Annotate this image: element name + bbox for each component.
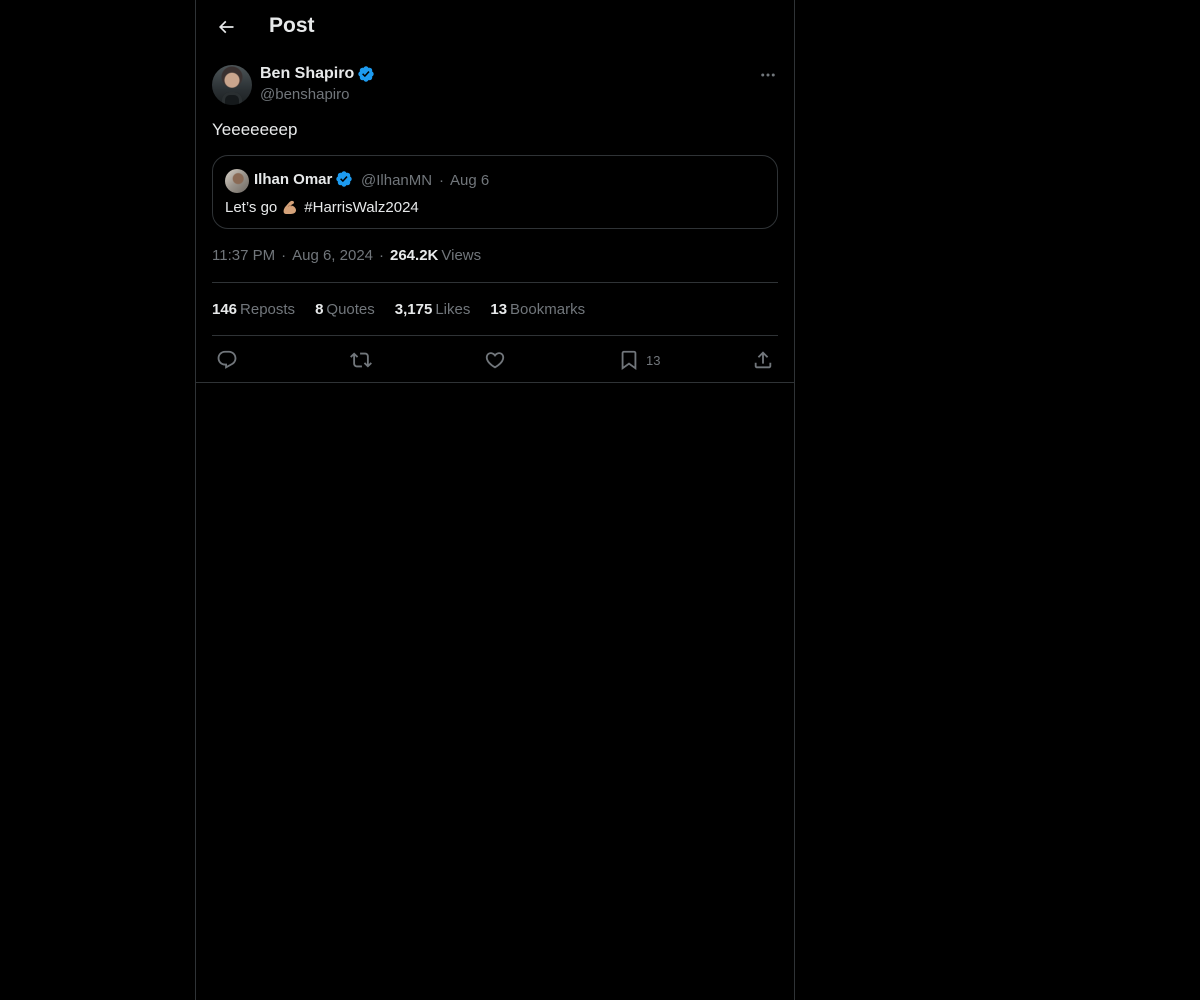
reposts-count: 146 — [212, 301, 238, 318]
quotes-stat[interactable]: 8 Quotes — [315, 301, 375, 318]
post-meta: 11:37 PM · Aug 6, 2024 · 264.2K Views — [212, 247, 481, 264]
share-icon — [754, 351, 772, 369]
post-bottom-border — [196, 382, 794, 383]
heart-icon — [485, 352, 505, 369]
bookmark-action-count: 13 — [646, 352, 661, 368]
likes-stat[interactable]: 3,175 Likes — [395, 301, 471, 318]
bookmarks-count: 13 — [490, 301, 508, 318]
quoted-separator: · — [439, 172, 444, 189]
page-title: Post — [269, 14, 315, 37]
post-action-bar: 13 — [212, 346, 778, 374]
reply-icon — [217, 350, 237, 369]
divider — [212, 335, 778, 336]
post-time[interactable]: 11:37 PM — [212, 247, 275, 264]
meta-separator: · — [379, 247, 384, 264]
bookmarks-stat[interactable]: 13 Bookmarks — [490, 301, 585, 318]
quoted-author-avatar[interactable] — [225, 169, 249, 193]
meta-separator: · — [281, 247, 287, 264]
post-detail: Ben Shapiro @benshapiro Yeeeeeeep Ilhan … — [212, 64, 778, 371]
quoted-author-name-link[interactable]: Ilhan Omar — [254, 170, 353, 188]
back-button[interactable] — [208, 9, 244, 45]
hashtag-link[interactable]: #HarrisWalz2024 — [304, 199, 419, 216]
bookmarks-label: Bookmarks — [510, 301, 586, 318]
more-horizontal-icon — [761, 73, 775, 77]
more-options-button[interactable] — [758, 64, 778, 86]
quoted-author-name: Ilhan Omar — [254, 170, 333, 188]
quoted-post-text: Let’s go #HarrisWalz2024 — [225, 198, 419, 216]
views-count: 264.2K — [390, 247, 439, 264]
author-name: Ben Shapiro — [260, 65, 355, 82]
page-header: Post — [196, 0, 794, 54]
quoted-post-date: Aug 6 — [450, 172, 490, 189]
flexed-biceps-icon — [283, 200, 297, 214]
reply-button[interactable] — [216, 346, 238, 374]
post-stats: 146 Reposts 8 Quotes 3,175 Likes 13 Bookmark… — [212, 301, 605, 318]
author-avatar[interactable] — [212, 65, 252, 105]
likes-count: 3,175 — [394, 301, 433, 318]
verified-badge-icon — [336, 171, 353, 187]
author-name-link[interactable]: Ben Shapiro — [260, 65, 375, 83]
arrow-left-icon — [218, 20, 234, 34]
share-button[interactable] — [752, 346, 774, 374]
primary-column: Post Ben Shapiro @benshapiro Yeeeeeeep I… — [195, 0, 795, 1000]
like-button[interactable] — [484, 346, 506, 374]
quotes-count: 8 — [315, 301, 324, 318]
quoted-text-before: Let’s go — [225, 198, 278, 216]
bookmark-icon — [621, 350, 637, 371]
verified-badge-icon — [358, 66, 374, 82]
views-label: Views — [441, 247, 482, 264]
quoted-post[interactable]: Ilhan Omar @IlhanMN · Aug 6 Let’s go #Ha… — [212, 155, 778, 229]
divider — [212, 282, 778, 283]
post-text: Yeeeeeeep — [212, 120, 298, 139]
author-handle[interactable]: @benshapiro — [260, 86, 349, 103]
repost-button[interactable] — [350, 346, 372, 374]
bookmark-button[interactable]: 13 — [618, 346, 660, 374]
repost-icon — [350, 352, 372, 368]
post-author-row: Ben Shapiro @benshapiro — [212, 64, 778, 106]
post-date[interactable]: Aug 6, 2024 — [292, 247, 373, 264]
likes-label: Likes — [435, 301, 471, 318]
reposts-label: Reposts — [240, 301, 296, 318]
quotes-label: Quotes — [326, 301, 375, 318]
quoted-author-handle: @IlhanMN — [361, 172, 433, 189]
reposts-stat[interactable]: 146 Reposts — [212, 301, 295, 318]
